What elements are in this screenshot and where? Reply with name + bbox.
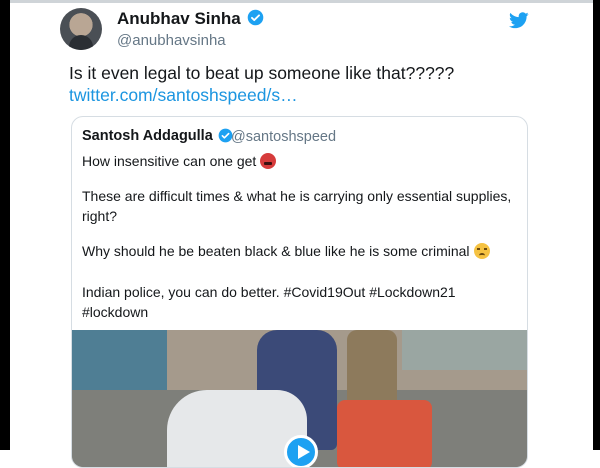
tweet-text: Is it even legal to beat up someone like… [69,63,455,83]
right-frame-edge [593,0,600,450]
video-scene-door [72,330,167,390]
author-name[interactable]: Anubhav Sinha [117,9,264,29]
quoted-line-2: These are difficult times & what he is c… [82,188,512,204]
sad-face-emoji [473,243,490,259]
verified-badge-icon [247,9,264,26]
twitter-bird-icon[interactable] [509,12,529,29]
quoted-author-name[interactable]: Santosh Addagulla [82,128,233,144]
quoted-line-1: How insensitive can one get [82,153,277,169]
quoted-line-4: Why should he be beaten black & blue lik… [82,243,490,259]
quoted-author-handle[interactable]: @santoshspeed [231,129,336,145]
quoted-line-4-text: Why should he be beaten black & blue lik… [82,243,470,259]
play-icon[interactable] [284,435,318,467]
author-avatar[interactable] [60,8,102,50]
author-handle[interactable]: @anubhavsinha [117,32,226,49]
quoted-tweet[interactable]: Santosh Addagulla @santoshspeed How inse… [71,116,528,468]
author-name-text[interactable]: Anubhav Sinha [117,9,241,28]
quoted-author-name-text[interactable]: Santosh Addagulla [82,128,213,144]
quoted-line-3: right? [82,208,118,224]
video-scene-sack [337,400,432,467]
quoted-line-6: #lockdown [82,304,149,320]
video-scene-building [402,330,527,370]
quoted-tweet-link[interactable]: twitter.com/santoshspeed/s… [69,85,298,106]
left-frame-edge [0,0,10,450]
tweet-card: Anubhav Sinha @anubhavsinha Is it even l… [10,3,593,468]
quoted-line-5: Indian police, you can do better. #Covid… [82,284,456,300]
quoted-line-1-text: How insensitive can one get [82,153,257,169]
angry-face-emoji [260,153,277,169]
video-thumbnail[interactable] [72,330,527,467]
